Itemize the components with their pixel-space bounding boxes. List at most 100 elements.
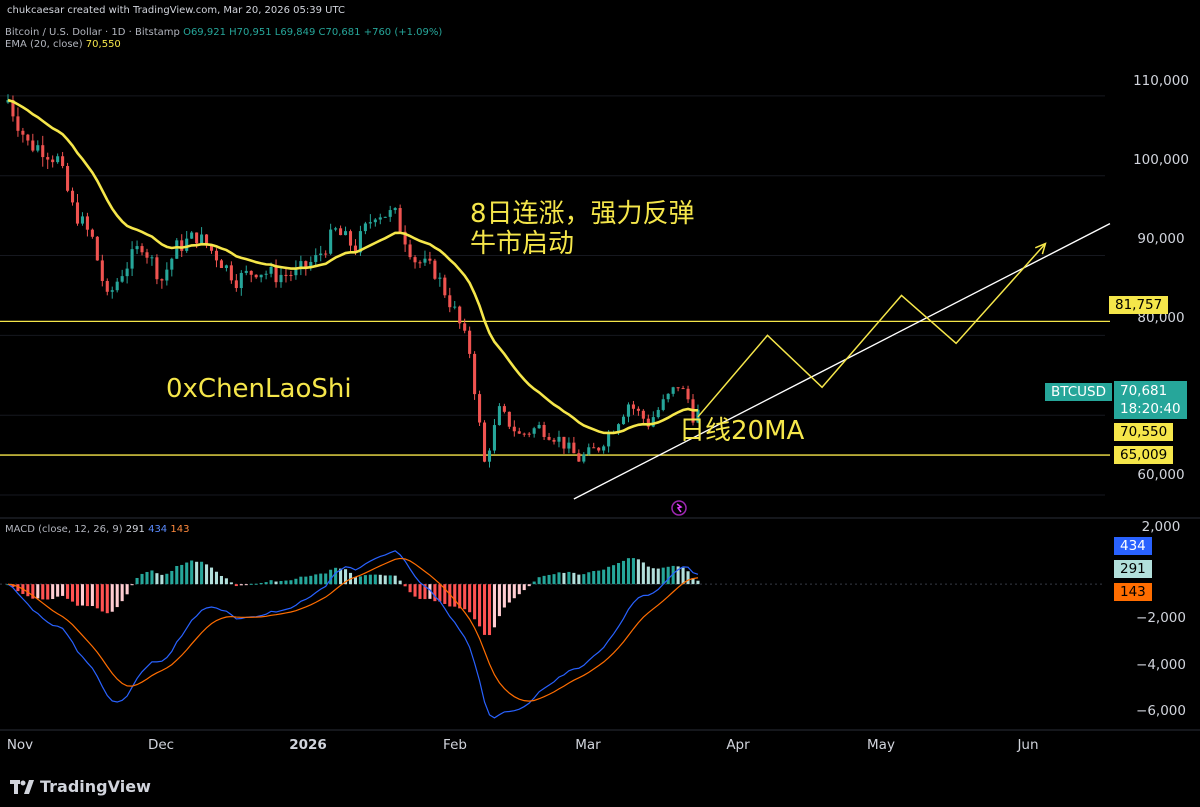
candle-body — [607, 433, 611, 447]
candle-body — [80, 216, 84, 224]
symbol-legend[interactable]: Bitcoin / U.S. Dollar · 1D · Bitstamp O6… — [5, 27, 442, 38]
candle-body — [145, 252, 149, 258]
candle-body — [468, 330, 472, 354]
macd-bar — [398, 580, 402, 585]
macd-bar — [368, 574, 372, 585]
candle-body — [75, 202, 80, 224]
last-price-tag: 70,681 18:20:40 — [1114, 381, 1187, 419]
candle-body — [21, 130, 25, 135]
candle-body — [125, 268, 129, 277]
macd-bar — [666, 566, 670, 585]
macd-bar — [646, 566, 650, 585]
macd-signal-tag: 143 — [1114, 583, 1152, 601]
candle-body — [547, 436, 551, 440]
candle-body — [36, 145, 40, 151]
macd-bar — [542, 575, 546, 585]
symbol-tag[interactable]: BTCUSD — [1045, 383, 1112, 401]
macd-bar — [453, 584, 457, 607]
candle-body — [185, 238, 189, 251]
macd-legend-v3: 143 — [170, 524, 190, 535]
macd-bar — [582, 574, 586, 585]
macd-bar — [279, 580, 283, 585]
candle-body — [478, 394, 482, 423]
ema-legend[interactable]: EMA (20, close) 70,550 — [5, 39, 121, 50]
macd-tick: −4,000 — [1136, 657, 1186, 673]
macd-bar — [577, 574, 581, 585]
candle-body — [597, 447, 601, 451]
candle-body — [41, 145, 45, 158]
trendline — [573, 222, 1111, 500]
macd-bar — [309, 575, 313, 585]
brand-name: TradingView — [40, 777, 151, 796]
macd-tick: −2,000 — [1136, 610, 1186, 626]
candle-body — [115, 281, 119, 291]
candle-body — [90, 229, 94, 237]
macd-bar — [289, 580, 293, 585]
ema-line — [7, 98, 698, 435]
macd-bar — [681, 567, 685, 585]
price-tick: 90,000 — [1137, 231, 1185, 247]
macd-bar — [254, 583, 258, 585]
macd-bar — [383, 575, 387, 585]
macd-bar — [200, 561, 204, 585]
candle-body — [319, 253, 323, 256]
macd-bar — [244, 584, 248, 586]
macd-bar — [259, 582, 263, 585]
candle-body — [671, 387, 675, 394]
candle-body — [537, 424, 541, 429]
candle-body — [130, 249, 134, 269]
macd-bar — [61, 584, 65, 596]
replay-icon[interactable] — [671, 500, 687, 516]
candle-body — [681, 388, 685, 390]
macd-bar — [626, 558, 631, 585]
grid — [0, 95, 1105, 585]
candle-body — [587, 447, 591, 455]
ema-label: EMA (20, close) — [5, 39, 83, 50]
macd-bar — [90, 584, 94, 607]
candle-body — [487, 450, 492, 462]
candle-body — [46, 157, 50, 160]
candle-body — [105, 281, 109, 292]
macd-bar — [314, 574, 318, 585]
macd-bar — [617, 563, 621, 585]
candle-body — [284, 274, 288, 276]
candle-body — [443, 277, 447, 296]
candle-body — [592, 447, 596, 449]
projection-zigzag — [697, 243, 1046, 418]
last-price: 70,681 — [1120, 383, 1168, 399]
candle-body — [110, 290, 114, 292]
macd-bar — [145, 571, 149, 585]
candle-body — [502, 406, 506, 412]
candle-body — [656, 409, 660, 418]
macd-bar — [120, 584, 124, 602]
candle-body — [373, 219, 377, 223]
candle-body — [175, 240, 179, 259]
macd-bar — [180, 564, 184, 585]
candle-body — [339, 228, 343, 236]
candle-body — [234, 280, 238, 289]
macd-legend[interactable]: MACD (close, 12, 26, 9) 291 434 143 — [5, 524, 189, 535]
candle-body — [666, 393, 670, 400]
macd-bar — [492, 584, 496, 628]
macd-bar — [512, 584, 516, 599]
candle-body — [582, 454, 586, 462]
candle-body — [334, 228, 338, 230]
macd-bar — [497, 584, 501, 617]
candle-body — [348, 231, 353, 246]
projection-path — [697, 242, 1047, 418]
tradingview-logo[interactable]: TradingView — [10, 777, 151, 796]
macd-bar — [80, 584, 84, 606]
macd-bar — [130, 584, 134, 586]
candle-body — [398, 208, 402, 232]
macd-bar — [26, 584, 30, 597]
candle-body — [433, 260, 437, 279]
candle-body — [31, 140, 35, 151]
candle-body — [51, 159, 55, 163]
macd-bar — [482, 584, 487, 635]
level-high-tag: 81,757 — [1109, 296, 1169, 314]
macd-bar — [408, 584, 412, 593]
macd-bar — [135, 577, 139, 585]
candle-body — [408, 244, 412, 258]
candle-body — [388, 210, 392, 217]
ohlc-values: O69,921 H70,951 L69,849 C70,681 +760 (+1… — [183, 27, 443, 38]
